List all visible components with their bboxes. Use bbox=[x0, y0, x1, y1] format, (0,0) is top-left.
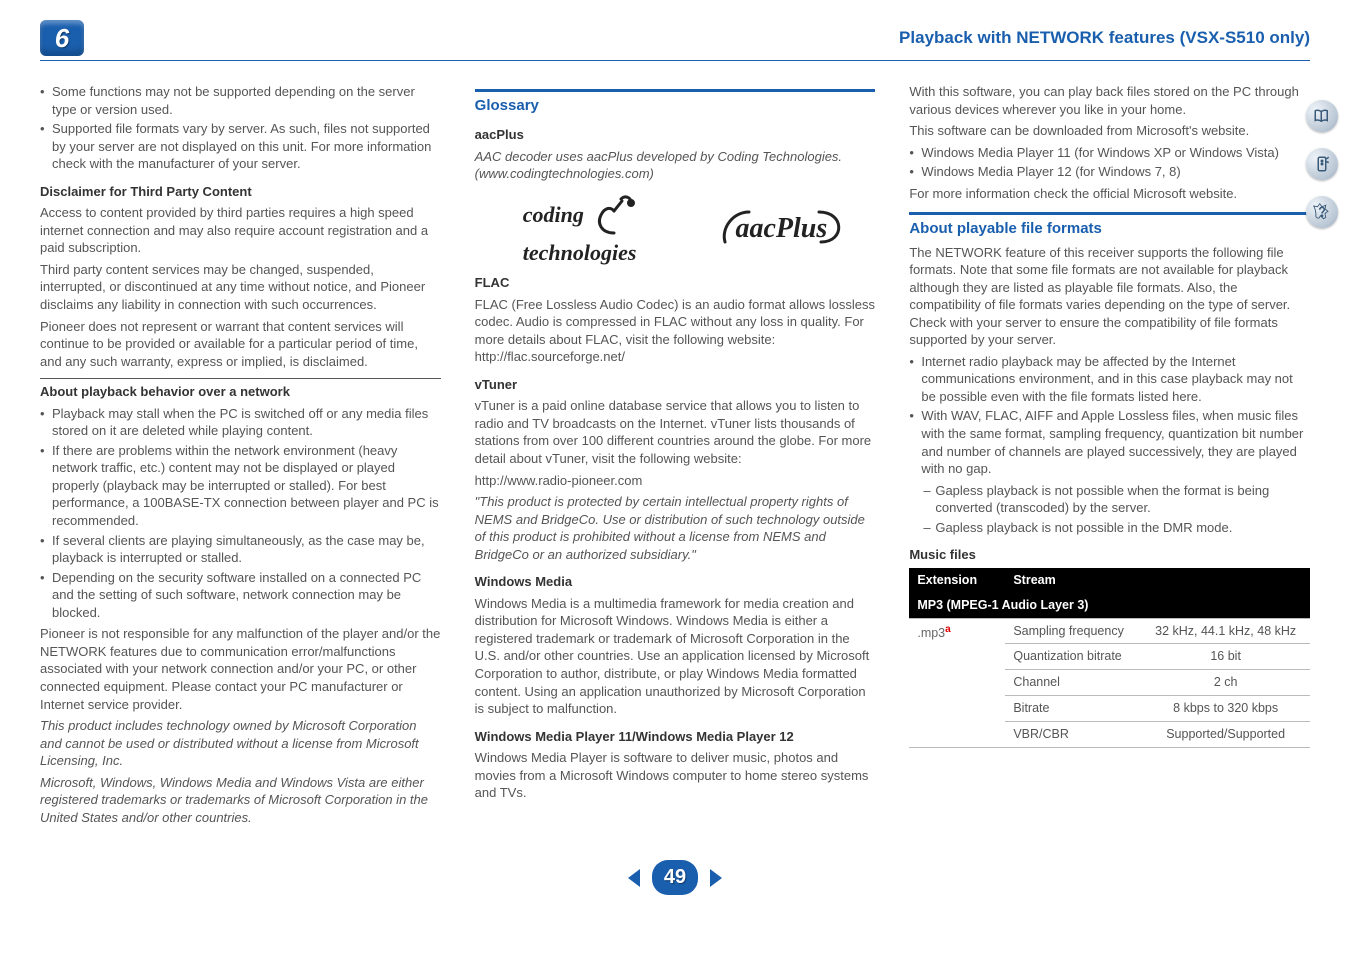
ext-cell: .mp3a bbox=[909, 618, 1005, 747]
spec-value: 2 ch bbox=[1141, 670, 1310, 696]
dash-item: Gapless playback is not possible when th… bbox=[923, 482, 1310, 517]
coding-technologies-logo: coding technologies bbox=[523, 193, 640, 264]
col3-intro-foot: For more information check the official … bbox=[909, 185, 1310, 203]
windows-media-heading: Windows Media bbox=[475, 573, 876, 591]
dash-item: Gapless playback is not possible in the … bbox=[923, 519, 1310, 537]
music-files-table: Extension Stream MP3 (MPEG-1 Audio Layer… bbox=[909, 568, 1310, 748]
bullet-item: Some functions may not be supported depe… bbox=[40, 83, 441, 118]
ms-trademark-note: Microsoft, Windows, Windows Media and Wi… bbox=[40, 774, 441, 827]
th-stream: Stream bbox=[1005, 568, 1310, 593]
disclaimer-p3: Pioneer does not represent or warrant th… bbox=[40, 318, 441, 371]
glossary-heading: Glossary bbox=[475, 89, 876, 116]
ext-sup: a bbox=[945, 624, 951, 635]
bullet-item: With WAV, FLAC, AIFF and Apple Lossless … bbox=[909, 407, 1310, 477]
help-icon[interactable] bbox=[1306, 196, 1338, 228]
col3-intro-p1: With this software, you can play back fi… bbox=[909, 83, 1310, 118]
disclaimer-heading: Disclaimer for Third Party Content bbox=[40, 183, 441, 201]
wmp-heading: Windows Media Player 11/Windows Media Pl… bbox=[475, 728, 876, 746]
spec-label: VBR/CBR bbox=[1005, 722, 1141, 748]
vtuner-p1: vTuner is a paid online database service… bbox=[475, 397, 876, 467]
spec-value: Supported/Supported bbox=[1141, 722, 1310, 748]
wmp-text: Windows Media Player is software to deli… bbox=[475, 749, 876, 802]
page-number: 49 bbox=[652, 860, 698, 895]
bullet-item: If several clients are playing simultane… bbox=[40, 532, 441, 567]
col3-intro-p2: This software can be downloaded from Mic… bbox=[909, 122, 1310, 140]
table-section-mp3: MP3 (MPEG-1 Audio Layer 3) bbox=[909, 593, 1310, 618]
formats-heading: About playable file formats bbox=[909, 212, 1310, 239]
chapter-badge: 6 bbox=[40, 20, 84, 56]
spec-value: 32 kHz, 44.1 kHz, 48 kHz bbox=[1141, 618, 1310, 644]
bullet-item: Depending on the security software insta… bbox=[40, 569, 441, 622]
flac-heading: FLAC bbox=[475, 274, 876, 292]
th-extension: Extension bbox=[909, 568, 1005, 593]
bullet-item: Windows Media Player 12 (for Windows 7, … bbox=[909, 163, 1310, 181]
formats-bullets: Internet radio playback may be affected … bbox=[909, 353, 1310, 478]
remote-icon[interactable] bbox=[1306, 148, 1338, 180]
col1-top-bullets: Some functions may not be supported depe… bbox=[40, 83, 441, 173]
coding-logo-line2: technologies bbox=[523, 240, 637, 265]
aacplus-logo-text: aacPlus bbox=[735, 213, 827, 244]
bullet-item: Supported file formats vary by server. A… bbox=[40, 120, 441, 173]
bullet-item: Windows Media Player 11 (for Windows XP … bbox=[909, 144, 1310, 162]
music-files-heading: Music files bbox=[909, 546, 1310, 564]
behavior-heading: About playback behavior over a network bbox=[40, 383, 441, 401]
coding-logo-glyph-icon bbox=[589, 193, 639, 241]
bullet-item: Playback may stall when the PC is switch… bbox=[40, 405, 441, 440]
formats-dash-list: Gapless playback is not possible when th… bbox=[923, 482, 1310, 537]
windows-media-text: Windows Media is a multimedia framework … bbox=[475, 595, 876, 718]
ext-text: .mp3 bbox=[917, 626, 945, 640]
side-icon-bar bbox=[1306, 100, 1338, 228]
pager: 49 bbox=[40, 860, 1310, 895]
spec-label: Channel bbox=[1005, 670, 1141, 696]
formats-p1: The NETWORK feature of this receiver sup… bbox=[909, 244, 1310, 349]
aacplus-text: AAC decoder uses aacPlus developed by Co… bbox=[475, 148, 876, 183]
spec-label: Sampling frequency bbox=[1005, 618, 1141, 644]
vtuner-heading: vTuner bbox=[475, 376, 876, 394]
bullet-item: Internet radio playback may be affected … bbox=[909, 353, 1310, 406]
column-2: Glossary aacPlus AAC decoder uses aacPlu… bbox=[475, 79, 876, 830]
aacplus-logo: aacPlus bbox=[735, 210, 827, 248]
disclaimer-p1: Access to content provided by third part… bbox=[40, 204, 441, 257]
book-icon[interactable] bbox=[1306, 100, 1338, 132]
spec-label: Quantization bitrate bbox=[1005, 644, 1141, 670]
column-3: With this software, you can play back fi… bbox=[909, 79, 1310, 830]
col3-intro-bullets: Windows Media Player 11 (for Windows XP … bbox=[909, 144, 1310, 181]
next-page-icon[interactable] bbox=[710, 869, 722, 887]
spec-label: Bitrate bbox=[1005, 696, 1141, 722]
spec-value: 16 bit bbox=[1141, 644, 1310, 670]
vtuner-url: http://www.radio-pioneer.com bbox=[475, 472, 876, 490]
behavior-bullets: Playback may stall when the PC is switch… bbox=[40, 405, 441, 622]
bullet-item: If there are problems within the network… bbox=[40, 442, 441, 530]
flac-text: FLAC (Free Lossless Audio Codec) is an a… bbox=[475, 296, 876, 366]
coding-logo-line1: coding bbox=[523, 202, 584, 227]
behavior-footer: Pioneer is not responsible for any malfu… bbox=[40, 625, 441, 713]
ms-license-note: This product includes technology owned b… bbox=[40, 717, 441, 770]
disclaimer-p2: Third party content services may be chan… bbox=[40, 261, 441, 314]
aacplus-heading: aacPlus bbox=[475, 126, 876, 144]
page-header: 6 Playback with NETWORK features (VSX-S5… bbox=[40, 20, 1310, 61]
logo-row: coding technologies bbox=[475, 193, 876, 264]
column-1: Some functions may not be supported depe… bbox=[40, 79, 441, 830]
vtuner-legal: "This product is protected by certain in… bbox=[475, 493, 876, 563]
header-title: Playback with NETWORK features (VSX-S510… bbox=[899, 27, 1310, 50]
prev-page-icon[interactable] bbox=[628, 869, 640, 887]
spec-value: 8 kbps to 320 kbps bbox=[1141, 696, 1310, 722]
